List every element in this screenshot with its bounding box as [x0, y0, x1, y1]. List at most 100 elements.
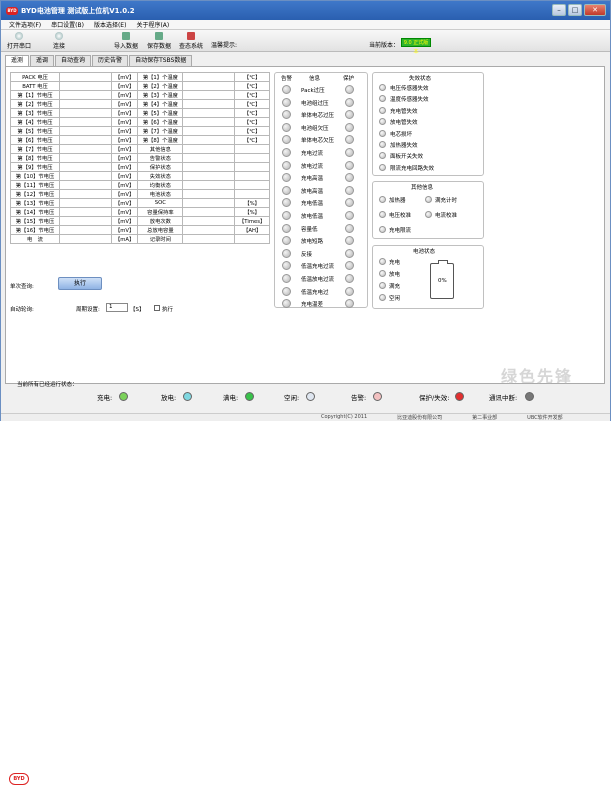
single-query-label: 单次查询:: [10, 284, 34, 290]
value-field[interactable]: [182, 207, 236, 217]
auto-run-checkbox[interactable]: [154, 305, 160, 311]
value-field[interactable]: [182, 126, 236, 136]
byd-logo-icon: BYD: [6, 6, 18, 15]
value-field[interactable]: [59, 81, 112, 91]
value-field[interactable]: [59, 171, 112, 181]
value-field[interactable]: [59, 189, 112, 199]
value-field[interactable]: [182, 189, 236, 199]
fail-led: [379, 129, 386, 137]
value-field[interactable]: [59, 126, 112, 136]
info-header: 信息: [309, 76, 321, 82]
value-field[interactable]: [182, 216, 236, 226]
fail-led: [379, 95, 386, 103]
cell-label: 容量保持率: [137, 207, 184, 217]
value-field[interactable]: [59, 207, 112, 217]
table-row: PACK 电压 【mV】 第【1】个温度 【℃】: [9, 72, 270, 82]
value-field[interactable]: [182, 99, 236, 109]
value-field[interactable]: [182, 162, 236, 172]
menu-version[interactable]: 版本选择(E): [94, 20, 126, 29]
maximize-button[interactable]: □: [568, 4, 582, 16]
table-row: 第【10】节电压 【mV】 失效状态: [9, 171, 270, 181]
value-field[interactable]: [182, 117, 236, 127]
cell-label: 第【5】个温度: [137, 108, 184, 118]
table-row: 第【1】节电压 【mV】 第【3】个温度 【℃】: [9, 90, 270, 100]
value-field[interactable]: [59, 72, 112, 82]
department: 第二事业部: [472, 415, 498, 421]
value-field[interactable]: [59, 99, 112, 109]
period-input[interactable]: 1: [106, 303, 128, 312]
export-button[interactable]: 查态系统: [179, 32, 203, 50]
tab-bar: 遥测 遥调 自动查询 历史告警 自动保存TSBS数据: [5, 55, 193, 67]
cell-label: 第【1】节电压: [9, 90, 61, 100]
cell-label: 【mA】: [110, 234, 139, 244]
alarm-led: [282, 97, 291, 107]
cell-label: 第【10】节电压: [9, 171, 61, 181]
value-field[interactable]: [59, 117, 112, 127]
value-field[interactable]: [59, 90, 112, 100]
value-field[interactable]: [59, 162, 112, 172]
tab-adjust[interactable]: 遥调: [30, 55, 55, 66]
cell-label: 第【14】节电压: [9, 207, 61, 217]
charge-limit-label: 充电限流: [389, 228, 412, 234]
value-field[interactable]: [59, 135, 112, 145]
minimize-button[interactable]: –: [552, 4, 566, 16]
value-field[interactable]: [59, 225, 112, 235]
alarm-item-label: 放电高温: [301, 188, 324, 195]
value-field[interactable]: [182, 234, 236, 244]
cell-label: 【℃】: [234, 90, 270, 100]
idle-led: [379, 294, 386, 301]
menu-about[interactable]: 关于程序(A): [136, 20, 169, 29]
import-button[interactable]: 导入数据: [114, 32, 138, 50]
tab-history-alarm[interactable]: 历史告警: [92, 55, 129, 66]
voltage-cal-led: [379, 211, 386, 218]
alarm-item-label: 放电过流: [301, 163, 324, 170]
value-field[interactable]: [182, 81, 236, 91]
alarm-led: [282, 236, 291, 246]
cell-label: 【mV】: [110, 162, 139, 172]
value-field[interactable]: [182, 90, 236, 100]
value-field[interactable]: [59, 234, 112, 244]
open-port-button[interactable]: 打开串口: [7, 32, 31, 50]
menu-port-settings[interactable]: 串口设置(B): [51, 20, 84, 29]
alarm-led: [282, 122, 291, 132]
charge-limit-led: [379, 226, 386, 233]
value-field[interactable]: [59, 153, 112, 163]
value-field[interactable]: [59, 198, 112, 208]
cell-label: 【%】: [234, 207, 270, 217]
save-button[interactable]: 保存数据: [147, 32, 171, 50]
fail-led: [379, 84, 386, 91]
cell-label: 第【11】节电压: [9, 180, 61, 190]
value-field[interactable]: [182, 144, 236, 154]
value-field[interactable]: [182, 153, 236, 163]
tab-auto-query[interactable]: 自动查询: [55, 55, 92, 66]
protect-led: [345, 236, 354, 246]
menu-file[interactable]: 文件选项(F): [9, 20, 41, 29]
status-label: 保护/失效:: [419, 394, 450, 402]
cell-label: 【mV】: [110, 216, 139, 226]
cell-label: 第【2】个温度: [137, 81, 184, 91]
value-field[interactable]: [182, 171, 236, 181]
tab-auto-save[interactable]: 自动保存TSBS数据: [129, 55, 193, 66]
value-field[interactable]: [182, 225, 236, 235]
cell-label: 【℃】: [234, 108, 270, 118]
protect-led: [345, 173, 354, 183]
connect-button[interactable]: 连接: [53, 32, 65, 50]
close-button[interactable]: ✕: [584, 4, 606, 16]
value-field[interactable]: [59, 180, 112, 190]
value-field[interactable]: [59, 108, 112, 118]
alarm-item-label: 低温充电过流: [301, 264, 335, 271]
value-field[interactable]: [182, 135, 236, 145]
cell-label: 电池状态: [137, 189, 184, 199]
value-field[interactable]: [59, 216, 112, 226]
fail-item-label: 放电管失效: [390, 120, 418, 127]
protect-led: [345, 223, 354, 233]
alarm-led: [282, 261, 291, 271]
value-field[interactable]: [182, 198, 236, 208]
value-field[interactable]: [182, 72, 236, 82]
single-query-run-button[interactable]: 执行: [58, 277, 102, 290]
value-field[interactable]: [182, 180, 236, 190]
value-field[interactable]: [59, 144, 112, 154]
cell-label: 【mV】: [110, 171, 139, 181]
battery-title: 电池状态: [413, 249, 436, 255]
value-field[interactable]: [182, 108, 236, 118]
